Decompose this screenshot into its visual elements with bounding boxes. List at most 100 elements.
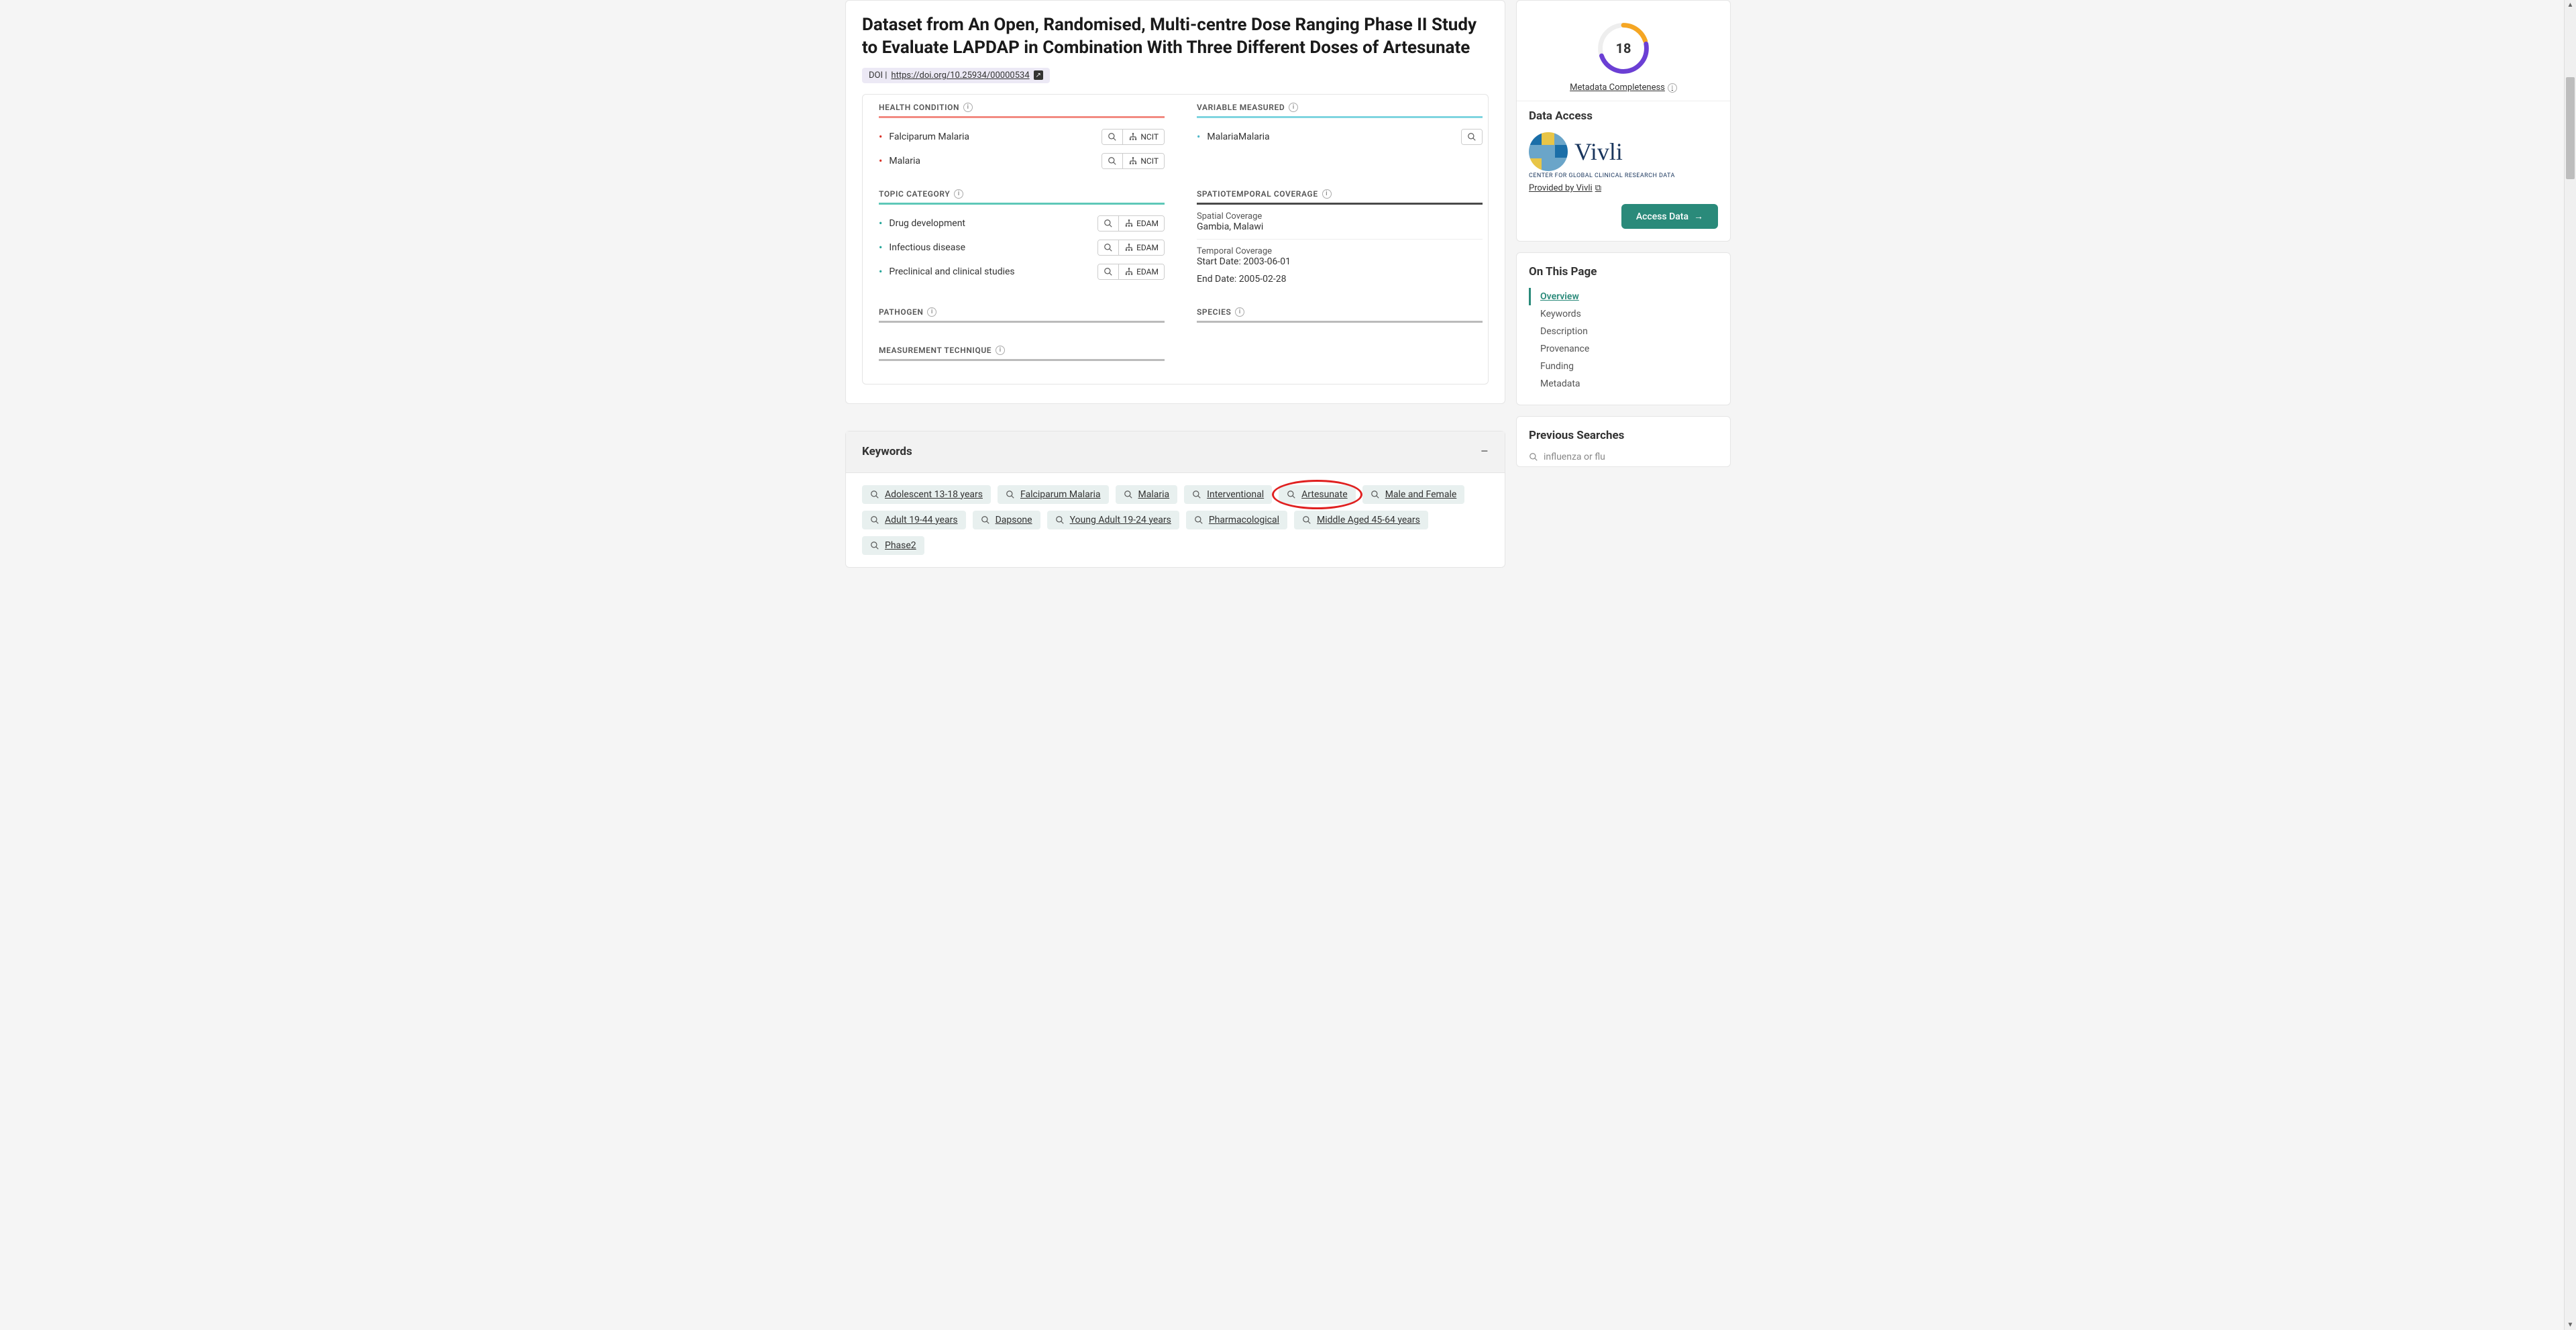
badge-group: EDAM bbox=[1097, 240, 1165, 256]
info-icon[interactable]: i bbox=[927, 307, 936, 317]
toc-item-funding[interactable]: Funding bbox=[1529, 358, 1718, 375]
tree-icon bbox=[1128, 132, 1138, 142]
keyword-label: Malaria bbox=[1138, 489, 1170, 500]
search-icon bbox=[1192, 490, 1201, 499]
provided-by-link[interactable]: Provided by Vivli ⧉ bbox=[1529, 183, 1601, 193]
toc-item-metadata[interactable]: Metadata bbox=[1529, 375, 1718, 393]
health-condition-block: HEALTH CONDITION i Falciparum MalariaNCI… bbox=[879, 103, 1165, 173]
keyword-pill[interactable]: Dapsone bbox=[973, 511, 1040, 529]
dataset-header: Dataset from An Open, Randomised, Multi-… bbox=[845, 0, 1505, 404]
ontology-badge[interactable]: EDAM bbox=[1118, 240, 1164, 255]
keyword-pill[interactable]: Pharmacological bbox=[1186, 511, 1287, 529]
item-label: MalariaMalaria bbox=[1207, 132, 1461, 142]
scroll-down-arrow[interactable]: ▼ bbox=[2565, 1321, 2576, 1329]
variable-measured-list: MalariaMalaria bbox=[1197, 125, 1483, 149]
toc-item-description[interactable]: Description bbox=[1529, 323, 1718, 340]
keyword-pill[interactable]: Male and Female bbox=[1362, 485, 1465, 504]
search-icon bbox=[870, 515, 879, 525]
search-icon[interactable] bbox=[1102, 130, 1122, 144]
info-icon[interactable]: i bbox=[963, 103, 973, 112]
previous-search-item[interactable]: influenza or flu bbox=[1529, 452, 1718, 462]
doi-link[interactable]: https://doi.org/10.25934/00000534 bbox=[891, 70, 1029, 81]
ontology-badge[interactable]: EDAM bbox=[1118, 216, 1164, 231]
item-label: Infectious disease bbox=[889, 242, 1097, 253]
metadata-score-card: 18 Metadata Completeness i Data Access V… bbox=[1516, 0, 1731, 242]
search-icon[interactable] bbox=[1098, 240, 1118, 255]
ontology-badge[interactable]: EDAM bbox=[1118, 264, 1164, 279]
vivli-subtitle: CENTER FOR GLOBAL CLINICAL RESEARCH DATA bbox=[1529, 172, 1718, 179]
topic-category-list: Drug developmentEDAM Infectious disease ED… bbox=[879, 211, 1165, 284]
scrollbar-thumb[interactable] bbox=[2566, 77, 2575, 179]
temporal-coverage-label: Temporal Coverage bbox=[1197, 246, 1483, 256]
keyword-pill[interactable]: Malaria bbox=[1116, 485, 1178, 504]
keyword-pill[interactable]: Artesunate bbox=[1279, 485, 1356, 504]
keyword-label: Pharmacological bbox=[1209, 515, 1279, 525]
on-this-page-heading: On This Page bbox=[1529, 265, 1718, 278]
keyword-label: Falciparum Malaria bbox=[1020, 489, 1101, 500]
external-link-icon: ⧉ bbox=[1595, 183, 1601, 193]
heading-text: PATHOGEN bbox=[879, 307, 923, 317]
section-heading: TOPIC CATEGORY i bbox=[879, 189, 1165, 203]
keyword-pill[interactable]: Middle Aged 45-64 years bbox=[1294, 511, 1428, 529]
search-icon bbox=[1194, 515, 1203, 525]
keyword-label: Middle Aged 45-64 years bbox=[1317, 515, 1420, 525]
keyword-label: Artesunate bbox=[1301, 489, 1348, 500]
keyword-label: Dapsone bbox=[996, 515, 1032, 525]
section-underline bbox=[1197, 116, 1483, 118]
scrollbar[interactable]: ▲ ▼ bbox=[2564, 0, 2576, 1330]
keyword-pill[interactable]: Young Adult 19-24 years bbox=[1047, 511, 1179, 529]
keyword-pill[interactable]: Interventional bbox=[1184, 485, 1272, 504]
ontology-badge[interactable]: NCIT bbox=[1122, 154, 1164, 168]
info-icon[interactable]: i bbox=[996, 346, 1005, 355]
search-icon bbox=[1287, 490, 1296, 499]
section-underline bbox=[1197, 321, 1483, 323]
toc-item-overview[interactable]: Overview bbox=[1529, 288, 1718, 305]
collapse-icon[interactable]: − bbox=[1480, 444, 1489, 460]
list-item: Drug developmentEDAM bbox=[879, 211, 1165, 236]
section-underline bbox=[1197, 203, 1483, 205]
keyword-label: Phase2 bbox=[885, 540, 916, 551]
provided-by-label: Provided by Vivli bbox=[1529, 183, 1593, 193]
info-icon[interactable]: i bbox=[1322, 189, 1332, 199]
section-heading: VARIABLE MEASURED i bbox=[1197, 103, 1483, 116]
section-underline bbox=[879, 321, 1165, 323]
keywords-header[interactable]: Keywords − bbox=[846, 431, 1505, 473]
search-icon bbox=[1006, 490, 1015, 499]
topic-category-block: TOPIC CATEGORY i Drug developmentEDAM Inf… bbox=[879, 189, 1165, 291]
toc-item-keywords[interactable]: Keywords bbox=[1529, 305, 1718, 323]
species-block: SPECIES i bbox=[1197, 307, 1483, 329]
previous-searches-heading: Previous Searches bbox=[1529, 429, 1718, 442]
access-data-button[interactable]: Access Data → bbox=[1621, 204, 1718, 229]
section-heading: PATHOGEN i bbox=[879, 307, 1165, 321]
item-label: Preclinical and clinical studies bbox=[889, 266, 1097, 277]
keyword-label: Adolescent 13-18 years bbox=[885, 489, 983, 500]
divider bbox=[1197, 239, 1483, 240]
doi-pill: DOI | https://doi.org/10.25934/00000534 … bbox=[862, 68, 1050, 83]
toc-item-provenance[interactable]: Provenance bbox=[1529, 340, 1718, 358]
keyword-pill[interactable]: Adult 19-44 years bbox=[862, 511, 966, 529]
search-icon[interactable] bbox=[1098, 264, 1118, 279]
search-icon[interactable] bbox=[1098, 216, 1118, 231]
search-icon[interactable] bbox=[1462, 130, 1482, 144]
list-item: MalariaNCIT bbox=[879, 149, 1165, 173]
search-icon bbox=[870, 490, 879, 499]
keyword-label: Male and Female bbox=[1385, 489, 1457, 500]
doi-prefix: DOI | bbox=[869, 70, 887, 81]
metadata-completeness-link[interactable]: Metadata Completeness i bbox=[1529, 83, 1718, 93]
keyword-pill[interactable]: Adolescent 13-18 years bbox=[862, 485, 991, 504]
keyword-pill[interactable]: Phase2 bbox=[862, 536, 924, 555]
data-access-heading: Data Access bbox=[1529, 109, 1718, 123]
keyword-pill[interactable]: Falciparum Malaria bbox=[998, 485, 1109, 504]
access-data-label: Access Data bbox=[1636, 211, 1688, 222]
info-icon[interactable]: i bbox=[1235, 307, 1244, 317]
ontology-badge[interactable]: NCIT bbox=[1122, 130, 1164, 144]
search-icon[interactable] bbox=[1102, 154, 1122, 168]
scroll-up-arrow[interactable]: ▲ bbox=[2565, 1, 2576, 9]
section-underline bbox=[879, 116, 1165, 118]
start-date-label: Start Date: bbox=[1197, 256, 1241, 267]
info-icon[interactable]: i bbox=[1289, 103, 1298, 112]
spatial-coverage-label: Spatial Coverage bbox=[1197, 211, 1483, 221]
list-item: Preclinical and clinical studies EDAM bbox=[879, 260, 1165, 284]
info-icon[interactable]: i bbox=[954, 189, 963, 199]
tree-icon bbox=[1124, 267, 1134, 276]
